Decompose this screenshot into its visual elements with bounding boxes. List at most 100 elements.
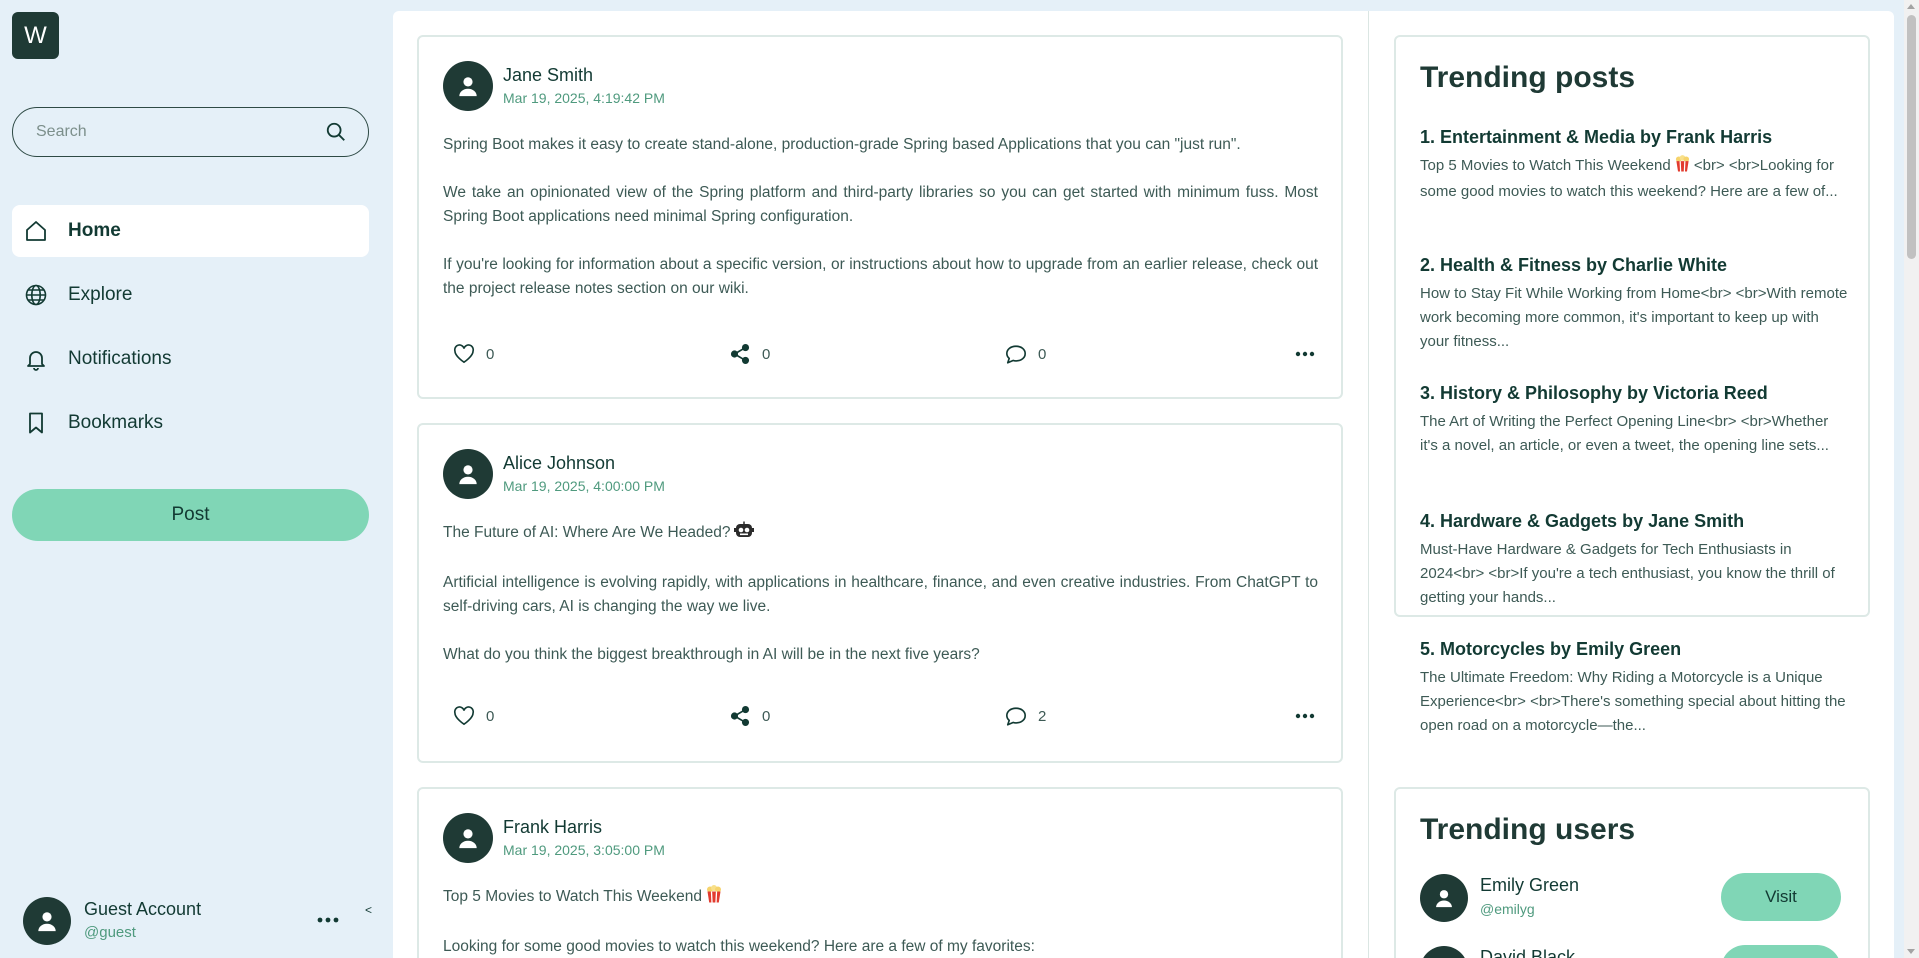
post-body: Spring Boot makes it easy to create stan…: [443, 133, 1318, 325]
account-name: Guest Account: [84, 899, 202, 919]
bookmark-icon: [23, 410, 49, 436]
trending-users-title: Trending users: [1420, 813, 1636, 846]
avatar[interactable]: [1420, 946, 1468, 958]
user-icon: [459, 465, 477, 485]
avatar[interactable]: [443, 813, 493, 863]
post-card: Jane Smith Mar 19, 2025, 4:19:42 PM Spri…: [417, 35, 1343, 399]
post-author[interactable]: Alice Johnson: [503, 453, 615, 474]
nav-item-notifications[interactable]: Notifications: [12, 333, 369, 385]
trending-user-name[interactable]: David Black: [1480, 947, 1575, 958]
post-body: Top 5 Movies to Watch This Weekend Looki…: [443, 885, 1318, 958]
trending-post-title[interactable]: 5. Motorcycles by Emily Green: [1420, 636, 1848, 662]
post-button[interactable]: Post: [12, 489, 369, 541]
post-actions: 0 0 2: [453, 703, 1323, 729]
post-author[interactable]: Frank Harris: [503, 817, 602, 838]
post-title-text: Top 5 Movies to Watch This Weekend: [443, 888, 703, 905]
trending-post-title[interactable]: 3. History & Philosophy by Victoria Reed: [1420, 380, 1848, 406]
excerpt-text: Top 5 Movies to Watch This Weekend: [1420, 157, 1671, 174]
trending-post-item[interactable]: 4. Hardware & Gadgets by Jane Smith Must…: [1420, 508, 1848, 636]
post-actions: 0 0 0: [453, 341, 1323, 367]
search-input[interactable]: [36, 123, 324, 141]
popcorn-emoji: [1675, 155, 1690, 180]
scroll-down-arrow[interactable]: [1907, 949, 1915, 954]
comment-button[interactable]: 2: [1005, 703, 1046, 729]
trending-user-name[interactable]: Emily Green: [1480, 875, 1579, 896]
like-button[interactable]: 0: [453, 703, 494, 729]
like-button[interactable]: 0: [453, 341, 494, 367]
post-paragraph: Top 5 Movies to Watch This Weekend: [443, 885, 1318, 911]
logo-letter: W: [24, 21, 47, 49]
nav-label-explore: Explore: [68, 284, 133, 305]
account-switcher[interactable]: Guest Account @guest ˂: [23, 895, 373, 947]
like-count: 0: [486, 345, 495, 363]
trending-user-row: Emily Green @emilyg Visit: [1420, 873, 1848, 925]
trending-posts-title: Trending posts: [1420, 61, 1636, 94]
avatar[interactable]: [443, 449, 493, 499]
visit-button[interactable]: Visit: [1721, 873, 1841, 921]
share-count: 0: [762, 345, 771, 363]
post-paragraph: If you're looking for information about …: [443, 256, 1318, 297]
more-icon[interactable]: [316, 910, 340, 930]
nav-label-bookmarks: Bookmarks: [68, 412, 164, 433]
nav-label-home: Home: [68, 220, 121, 241]
heart-icon: [453, 706, 475, 726]
post-paragraph: We take an opinionated view of the Sprin…: [443, 184, 1318, 225]
trending-post-title[interactable]: 2. Health & Fitness by Charlie White: [1420, 252, 1848, 278]
post-author[interactable]: Jane Smith: [503, 65, 593, 86]
nav-item-explore[interactable]: Explore: [12, 269, 369, 321]
trending-post-item[interactable]: 1. Entertainment & Media by Frank Harris…: [1420, 124, 1848, 252]
user-icon: [38, 912, 56, 932]
share-icon: [730, 706, 750, 726]
visit-button[interactable]: Visit: [1721, 945, 1841, 958]
trending-post-excerpt: How to Stay Fit While Working from Home<…: [1420, 285, 1848, 350]
nav-item-home[interactable]: Home: [12, 205, 369, 257]
nav-label-notifications: Notifications: [68, 348, 172, 369]
post-title-text: The Future of AI: Where Are We Headed?: [443, 524, 731, 541]
trending-user-row: David Black Visit: [1420, 945, 1848, 958]
share-icon: [730, 344, 750, 364]
globe-icon: [23, 282, 49, 308]
comment-count: 0: [1038, 345, 1047, 363]
account-handle: @guest: [84, 924, 136, 941]
trending-post-title[interactable]: 4. Hardware & Gadgets by Jane Smith: [1420, 508, 1848, 534]
trending-post-excerpt: The Ultimate Freedom: Why Riding a Motor…: [1420, 669, 1846, 734]
post-paragraph: Looking for some good movies to watch th…: [443, 938, 1035, 955]
post-card: Frank Harris Mar 19, 2025, 3:05:00 PM To…: [417, 787, 1343, 958]
page-scrollbar[interactable]: [1904, 0, 1919, 958]
post-paragraph: Artificial intelligence is evolving rapi…: [443, 574, 1318, 615]
popcorn-emoji: [706, 885, 722, 911]
user-icon: [459, 77, 477, 97]
app-logo[interactable]: W: [12, 12, 59, 59]
user-icon: [459, 829, 477, 849]
more-icon[interactable]: [1293, 703, 1317, 729]
main-container: Jane Smith Mar 19, 2025, 4:19:42 PM Spri…: [393, 11, 1894, 958]
account-caret[interactable]: ˂: [365, 903, 372, 917]
post-paragraph: The Future of AI: Where Are We Headed?: [443, 521, 1318, 547]
avatar: [23, 897, 71, 945]
post-paragraph: Spring Boot makes it easy to create stan…: [443, 136, 1241, 153]
post-date: Mar 19, 2025, 3:05:00 PM: [503, 842, 665, 858]
scroll-thumb[interactable]: [1907, 15, 1916, 259]
share-button[interactable]: 0: [729, 341, 770, 367]
share-count: 0: [762, 707, 771, 725]
post-card: Alice Johnson Mar 19, 2025, 4:00:00 PM T…: [417, 423, 1343, 763]
trending-post-item[interactable]: 3. History & Philosophy by Victoria Reed…: [1420, 380, 1848, 508]
trending-post-item[interactable]: 5. Motorcycles by Emily Green The Ultima…: [1420, 636, 1848, 764]
comment-count: 2: [1038, 707, 1047, 725]
trending-posts-panel: Trending posts 1. Entertainment & Media …: [1394, 35, 1870, 734]
comment-icon: [1006, 706, 1026, 726]
search-icon[interactable]: [324, 120, 348, 144]
scroll-up-arrow[interactable]: [1907, 4, 1915, 9]
avatar[interactable]: [1420, 874, 1468, 922]
post-date: Mar 19, 2025, 4:19:42 PM: [503, 90, 665, 106]
avatar[interactable]: [443, 61, 493, 111]
comment-button[interactable]: 0: [1005, 341, 1046, 367]
trending-post-title[interactable]: 1. Entertainment & Media by Frank Harris: [1420, 124, 1848, 150]
share-button[interactable]: 0: [729, 703, 770, 729]
heart-icon: [453, 344, 475, 364]
nav-item-bookmarks[interactable]: Bookmarks: [12, 397, 369, 449]
home-icon: [23, 218, 49, 244]
more-icon[interactable]: [1293, 341, 1317, 367]
search-box: [12, 107, 369, 157]
trending-post-item[interactable]: 2. Health & Fitness by Charlie White How…: [1420, 252, 1848, 380]
